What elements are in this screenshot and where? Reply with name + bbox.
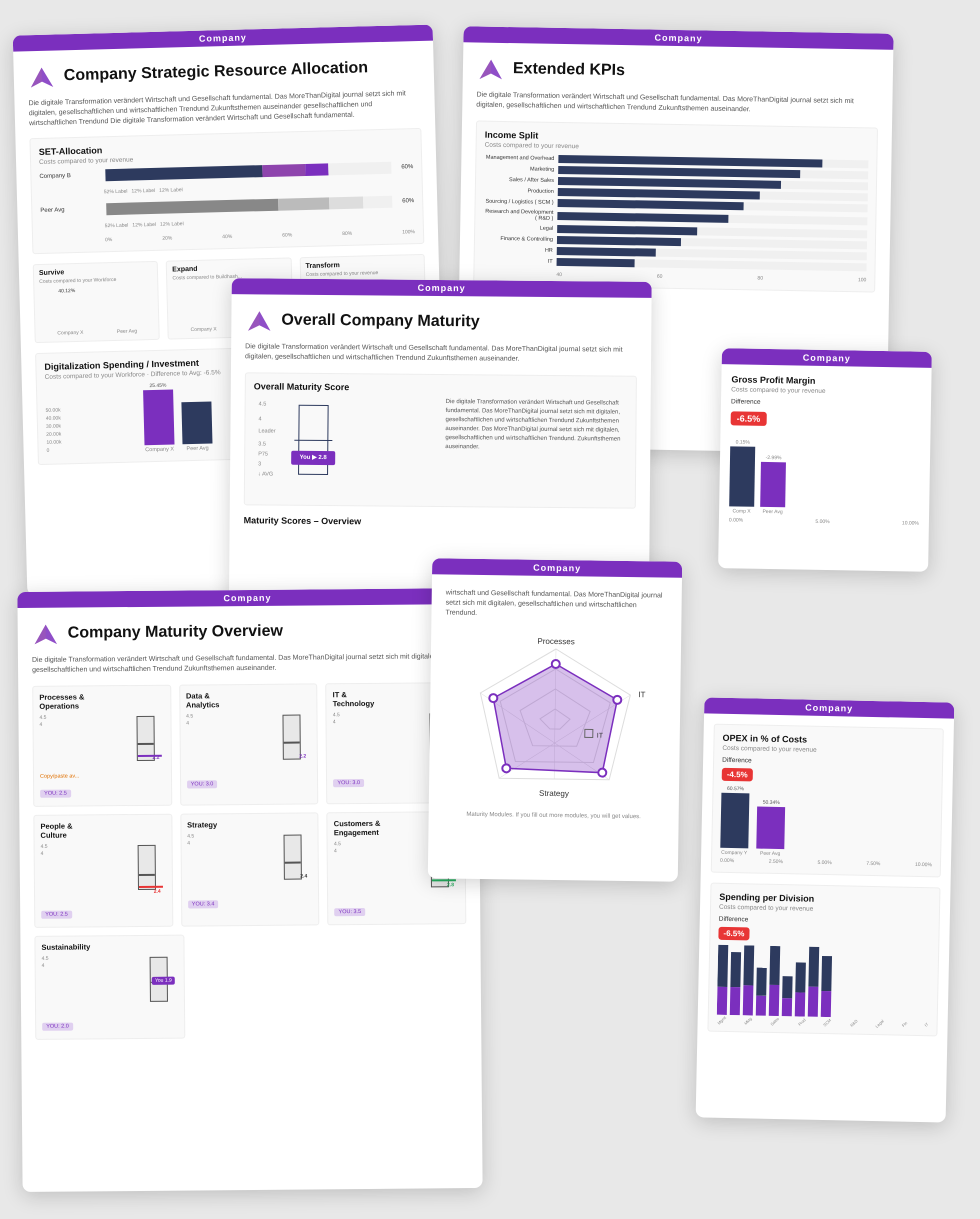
card1-title: Company Strategic Resource Allocation [64, 59, 369, 85]
logo-3 [245, 308, 273, 336]
maturity-overview-title: Maturity Scores – Overview [244, 515, 636, 528]
income-bars: Management and Overhead Marketing Sales … [482, 153, 868, 283]
spending-chart: Spending per Division Costs compared to … [707, 883, 940, 1037]
svg-text:IT: IT [638, 691, 645, 700]
set-allocation-chart: SET-Allocation Costs compared to your re… [29, 128, 424, 254]
set-bars: Company B 60% 52% Label 12% Label 12% La… [39, 162, 415, 246]
maturity-score-box: Overall Maturity Score 4.5 4 Leader 3.5 … [244, 372, 637, 508]
card2-subtitle: Die digitale Transformation verändert Wi… [476, 91, 878, 118]
card-opex-spending: Company OPEX in % of Costs Costs compare… [696, 697, 955, 1122]
gross-profit-label: Costs compared to your revenue [731, 386, 921, 396]
card5-title: Company Maturity Overview [68, 623, 283, 643]
opex-diff-value: -4.5% [722, 768, 753, 782]
card3-title: Overall Company Maturity [281, 312, 479, 332]
survive-chart: Survive Costs compared to your Workforce… [33, 261, 160, 343]
gross-difference-label: Difference [731, 398, 921, 408]
maturity-description: Die digitale Transformation verändert Wi… [445, 398, 628, 500]
svg-text:Strategy: Strategy [539, 789, 569, 798]
maturity-strategy: Strategy 4.5 4 2.4 YOU: 3.4 [180, 812, 320, 926]
spending-bars [717, 945, 930, 1019]
card1-subtitle: Die digitale Transformation verändert Wi… [28, 89, 421, 129]
card-spider: Company wirtschaft und Gesellschaft fund… [428, 558, 682, 881]
maturity-grid: Processes &Operations 4.5 4 2.2 Copy/pas… [32, 682, 466, 928]
spider-note: Maturity Modules. If you fill out more m… [443, 812, 665, 821]
card6-subtitle: wirtschaft und Gesellschaft fundamental.… [445, 588, 667, 620]
svg-text:IT: IT [597, 733, 604, 740]
spending-diff-value: -6.5% [718, 927, 749, 941]
gross-profit-title: Gross Profit Margin [731, 374, 921, 387]
svg-text:Processes: Processes [537, 637, 574, 647]
maturity-data-analytics: Data &Analytics 4.5 4 2.2 YOU: 3.0 [179, 683, 319, 805]
maturity-sustainability: Sustainability 4.5 4 You 1.9 YOU: 2.0 [34, 934, 185, 1039]
gross-difference-value: -6.5% [731, 411, 767, 426]
logo-5 [32, 622, 60, 650]
opex-chart: OPEX in % of Costs Costs compared to you… [711, 724, 944, 878]
card3-subtitle: Die digitale Transformation verändert Wi… [245, 342, 637, 365]
maturity-processes: Processes &Operations 4.5 4 2.2 Copy/pas… [32, 684, 172, 806]
income-split-chart: Income Split Costs compared to your reve… [473, 120, 878, 292]
card-gross-profit: Company Gross Profit Margin Costs compar… [718, 348, 932, 572]
card5-subtitle: Die digitale Transformation verändert Wi… [32, 652, 464, 675]
card-maturity-overview: Company Company Maturity Overview Die di… [17, 588, 482, 1192]
box-plot-area: 4.5 4 Leader 3.5 P75 3 ↓ AVG You ▶ 2.8 [253, 396, 436, 498]
set-row-2: Peer Avg 60% [40, 196, 414, 218]
spider-chart: Processes IT Strategy IT [443, 628, 667, 811]
logo-1 [28, 64, 57, 93]
opex-bars: 60.57% Company Y 50.34% Peer Avg [720, 786, 933, 860]
logo-2 [477, 57, 505, 85]
opex-diff-label: Difference [722, 757, 934, 768]
card2-title: Extended KPIs [513, 60, 625, 80]
maturity-people-culture: People &Culture 4.5 4 2.4 YOU: 2.5 [33, 813, 173, 927]
gross-bar-chart: 0.15% Comp X -2.99% Peer Avg [729, 434, 920, 517]
